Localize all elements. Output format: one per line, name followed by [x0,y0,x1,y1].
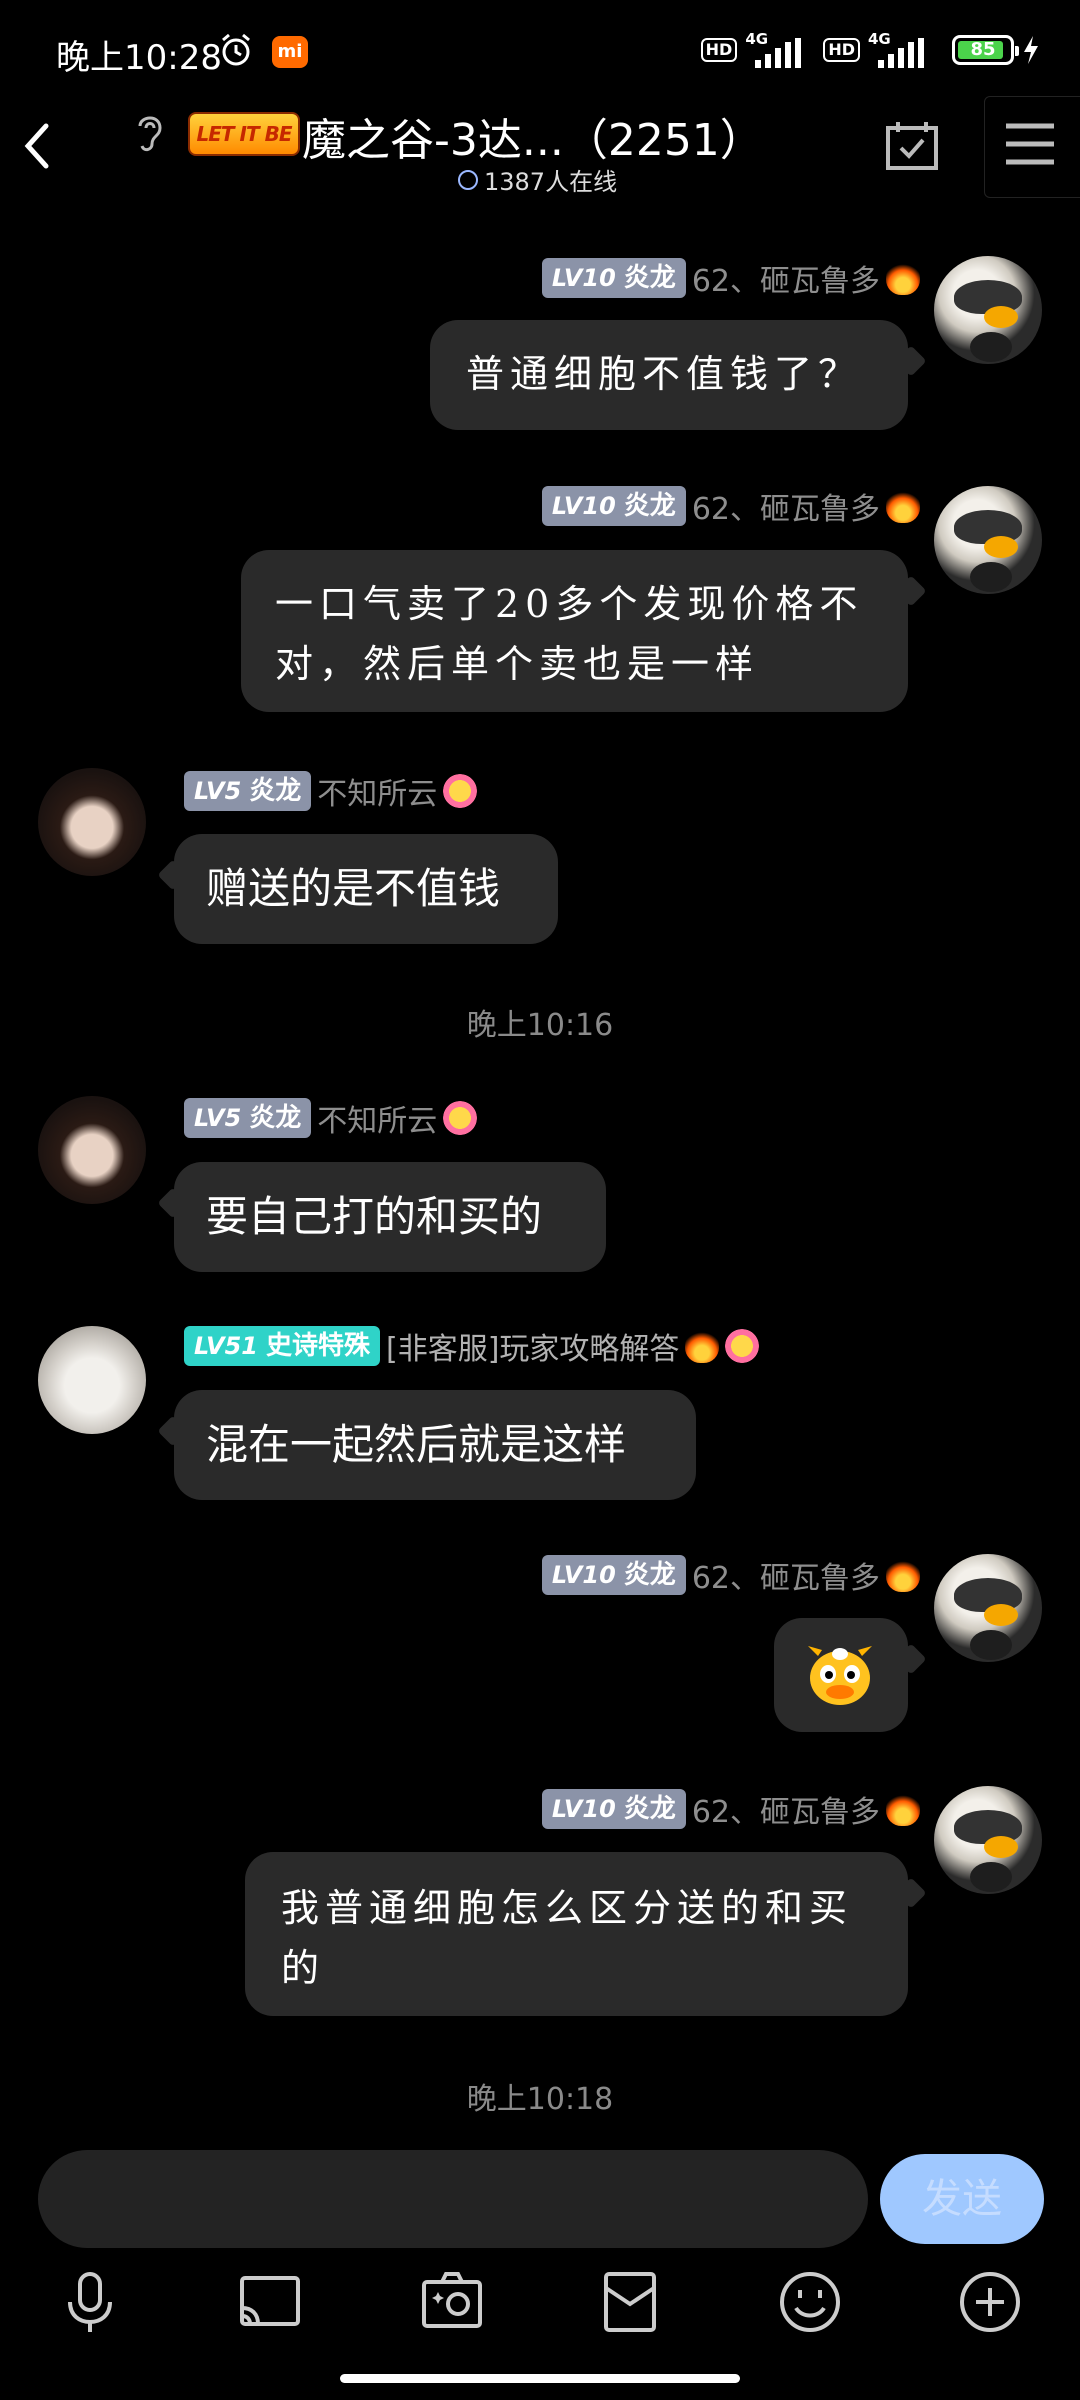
sender-name[interactable]: 62、砸瓦鲁多 [692,1787,880,1831]
sender-name[interactable]: 62、砸瓦鲁多 [692,256,880,300]
avatar[interactable] [38,768,146,876]
group-logo: LET IT BE [188,112,300,156]
avatar[interactable] [38,1096,146,1204]
send-button[interactable]: 发送 [880,2154,1044,2244]
timestamp: 晚上10:16 [466,1008,614,1043]
message-bubble[interactable]: 我普通细胞怎么区分送的和买 的 [245,1852,908,2016]
signal-icon: 4G [745,30,815,70]
level-badge: LV10 炎龙 [541,486,686,526]
message-bubble[interactable]: 混在一起然后就是这样 [174,1390,696,1500]
home-indicator[interactable] [340,2374,740,2383]
online-count[interactable]: 1387人在线 [458,162,617,197]
checkin-calendar-icon[interactable] [884,118,940,174]
status-bar: 晚上10:28 mi HD 4G HD 4G 85 [0,0,1080,100]
avatar[interactable] [934,256,1042,364]
message-bubble[interactable]: 要自己打的和买的 [174,1162,606,1272]
back-arrow-icon[interactable] [14,116,64,176]
chat-title[interactable]: 魔之谷-3达...（2251） [302,104,764,168]
sender-meta: LV10 炎龙 62、砸瓦鲁多 [541,1553,920,1597]
fire-icon [685,1329,720,1363]
level-badge: LV10 炎龙 [541,1789,686,1829]
menu-icon[interactable] [1004,122,1056,166]
level-badge: LV10 炎龙 [541,258,686,298]
mi-app-icon: mi [272,36,308,68]
hd-badge: HD [700,38,738,62]
level-badge: LV5 炎龙 [184,771,312,811]
alarm-icon [222,33,250,66]
avatar[interactable] [934,1554,1042,1662]
message-bubble[interactable]: 一口气卖了20多个发现价格不 对，然后单个卖也是一样 [241,550,908,712]
message-input[interactable] [38,2150,868,2248]
status-right: HD 4G HD 4G 85 [700,28,1040,72]
hd-badge-2: HD [823,38,860,62]
avatar[interactable] [934,1786,1042,1894]
message-bubble[interactable]: 赠送的是不值钱 [174,834,558,944]
flower-icon [443,1101,478,1135]
sender-meta: LV5 炎龙 不知所云 [184,1096,478,1140]
battery-icon: 85 [952,35,1019,65]
sender-name[interactable]: 不知所云 [317,1096,437,1140]
avatar[interactable] [38,1326,146,1434]
online-chevron-icon [458,169,478,190]
signal-icon-2: 4G [868,30,938,70]
cast-icon[interactable] [236,2268,304,2336]
charging-icon [1024,36,1038,64]
fire-icon [886,261,920,295]
sender-meta: LV10 炎龙 62、砸瓦鲁多 [541,256,920,300]
sender-name[interactable]: 62、砸瓦鲁多 [692,484,880,528]
plus-icon[interactable] [956,2268,1024,2336]
cow-sticker-icon [808,1646,872,1705]
status-time: 晚上10:28 [56,38,222,78]
fire-icon [886,1792,920,1826]
fire-icon [886,489,920,523]
flower-icon [725,1329,760,1363]
microphone-icon[interactable] [56,2268,124,2336]
fire-icon [886,1558,920,1592]
sender-name[interactable]: 62、砸瓦鲁多 [692,1553,880,1597]
sender-meta: LV5 炎龙 不知所云 [184,769,478,813]
sender-meta: LV10 炎龙 62、砸瓦鲁多 [541,1787,920,1831]
level-badge: LV51 史诗特殊 [184,1326,380,1366]
sender-meta: LV10 炎龙 62、砸瓦鲁多 [541,484,920,528]
sender-name[interactable]: [非客服]玩家攻略解答 [386,1324,679,1368]
avatar[interactable] [934,486,1042,594]
emoji-icon[interactable] [776,2268,844,2336]
message-bubble[interactable]: 普通细胞不值钱了？ [430,320,908,430]
sender-meta: LV51 史诗特殊 [非客服]玩家攻略解答 [184,1324,760,1368]
timestamp: 晚上10:18 [466,2082,614,2117]
red-packet-icon[interactable] [596,2268,664,2336]
level-badge: LV5 炎龙 [184,1098,312,1138]
level-badge: LV10 炎龙 [541,1555,686,1595]
photo-icon[interactable] [418,2268,486,2336]
sender-name[interactable]: 不知所云 [317,769,437,813]
flower-icon [443,774,478,808]
ear-icon[interactable] [132,110,168,154]
